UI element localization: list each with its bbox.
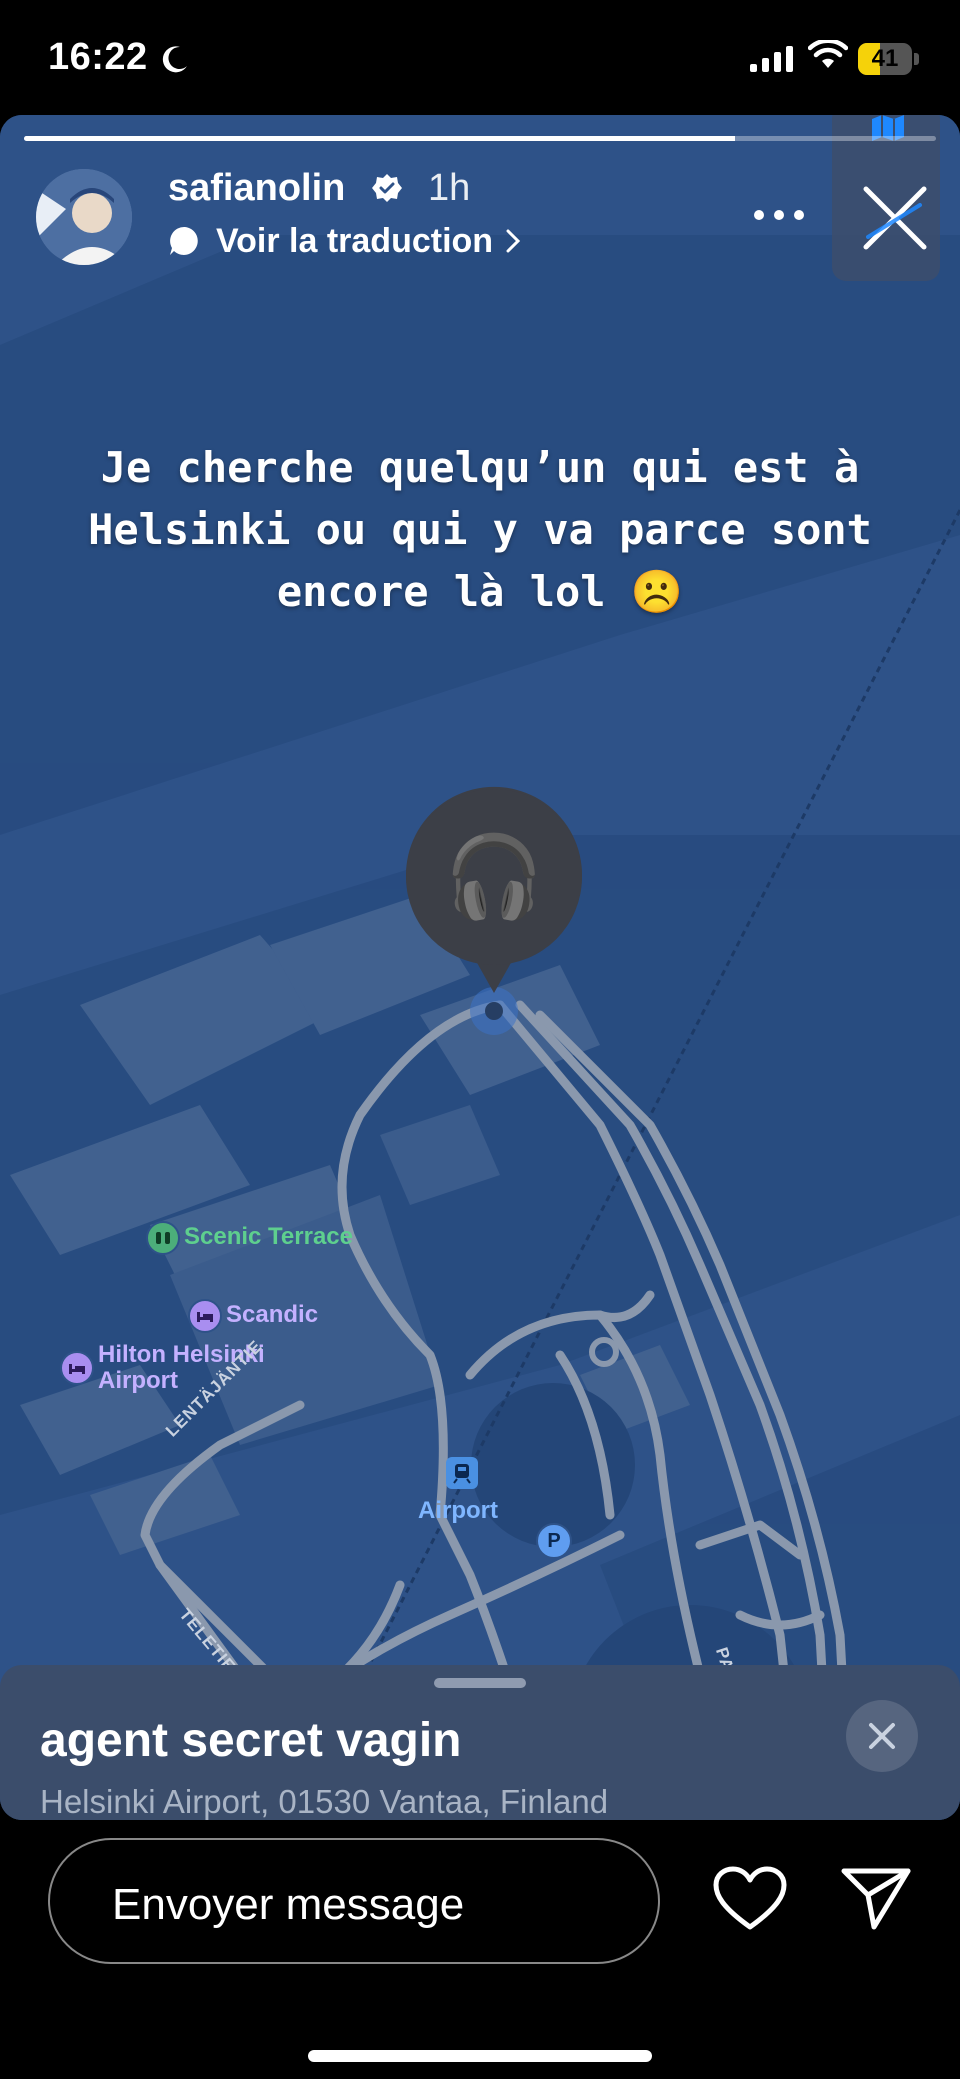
train-icon bbox=[446, 1457, 478, 1489]
status-time: 16:22 bbox=[48, 36, 148, 78]
signal-icon bbox=[750, 46, 793, 72]
heart-icon[interactable] bbox=[712, 1865, 788, 1933]
send-icon[interactable] bbox=[840, 1865, 912, 1931]
home-indicator bbox=[308, 2050, 652, 2062]
story-caption: Je cherche quelqu’un qui est à Helsinki … bbox=[88, 443, 872, 616]
translate-label: Voir la traduction bbox=[216, 221, 494, 260]
label-scandic[interactable]: Scandic bbox=[226, 1301, 318, 1329]
verified-icon bbox=[372, 174, 402, 202]
translate-bubble-icon bbox=[170, 226, 198, 255]
battery-level: 41 bbox=[871, 45, 899, 72]
username[interactable]: safianolin bbox=[168, 167, 345, 210]
chevron-right-icon bbox=[506, 229, 521, 253]
parking-label: P bbox=[547, 1529, 561, 1552]
hotel-icon bbox=[188, 1299, 222, 1333]
parking-icon[interactable]: P bbox=[536, 1523, 572, 1559]
map-background[interactable] bbox=[0, 115, 960, 1820]
close-icon[interactable] bbox=[862, 185, 928, 251]
sheet-grabber[interactable] bbox=[434, 1678, 526, 1688]
avatar[interactable] bbox=[36, 169, 132, 265]
label-airport-station[interactable]: Airport bbox=[418, 1497, 498, 1525]
translate-button[interactable]: Voir la traduction bbox=[168, 219, 521, 263]
close-icon bbox=[869, 1723, 895, 1749]
post-time: 1h bbox=[428, 167, 471, 209]
sheet-close-button[interactable] bbox=[846, 1700, 918, 1772]
place-address: Helsinki Airport, 01530 Vantaa, Finland bbox=[40, 1783, 609, 1820]
location-sheet[interactable]: agent secret vagin Helsinki Airport, 015… bbox=[0, 1665, 960, 1820]
binoculars-icon bbox=[146, 1221, 180, 1255]
more-icon[interactable] bbox=[752, 203, 806, 227]
earbuds-pin[interactable]: 🎧 bbox=[424, 825, 564, 929]
label-scenic-terrace[interactable]: Scenic Terrace bbox=[184, 1223, 353, 1251]
battery-indicator: 41 bbox=[858, 43, 920, 75]
label-hilton-line2[interactable]: Airport bbox=[98, 1367, 178, 1395]
reply-bar: Envoyer message bbox=[0, 1820, 960, 2079]
status-bar: 16:22 41 bbox=[0, 0, 960, 115]
story-view[interactable]: 🎧 Scenic Terrace Scandic Hilton Helsinki… bbox=[0, 115, 960, 1820]
wifi-icon bbox=[808, 40, 848, 68]
message-placeholder: Envoyer message bbox=[112, 1880, 465, 1929]
place-title: agent secret vagin bbox=[40, 1714, 462, 1767]
story-progress bbox=[24, 136, 936, 141]
message-input[interactable]: Envoyer message bbox=[48, 1838, 660, 1964]
hotel-icon bbox=[60, 1351, 94, 1385]
moon-icon bbox=[162, 46, 187, 73]
